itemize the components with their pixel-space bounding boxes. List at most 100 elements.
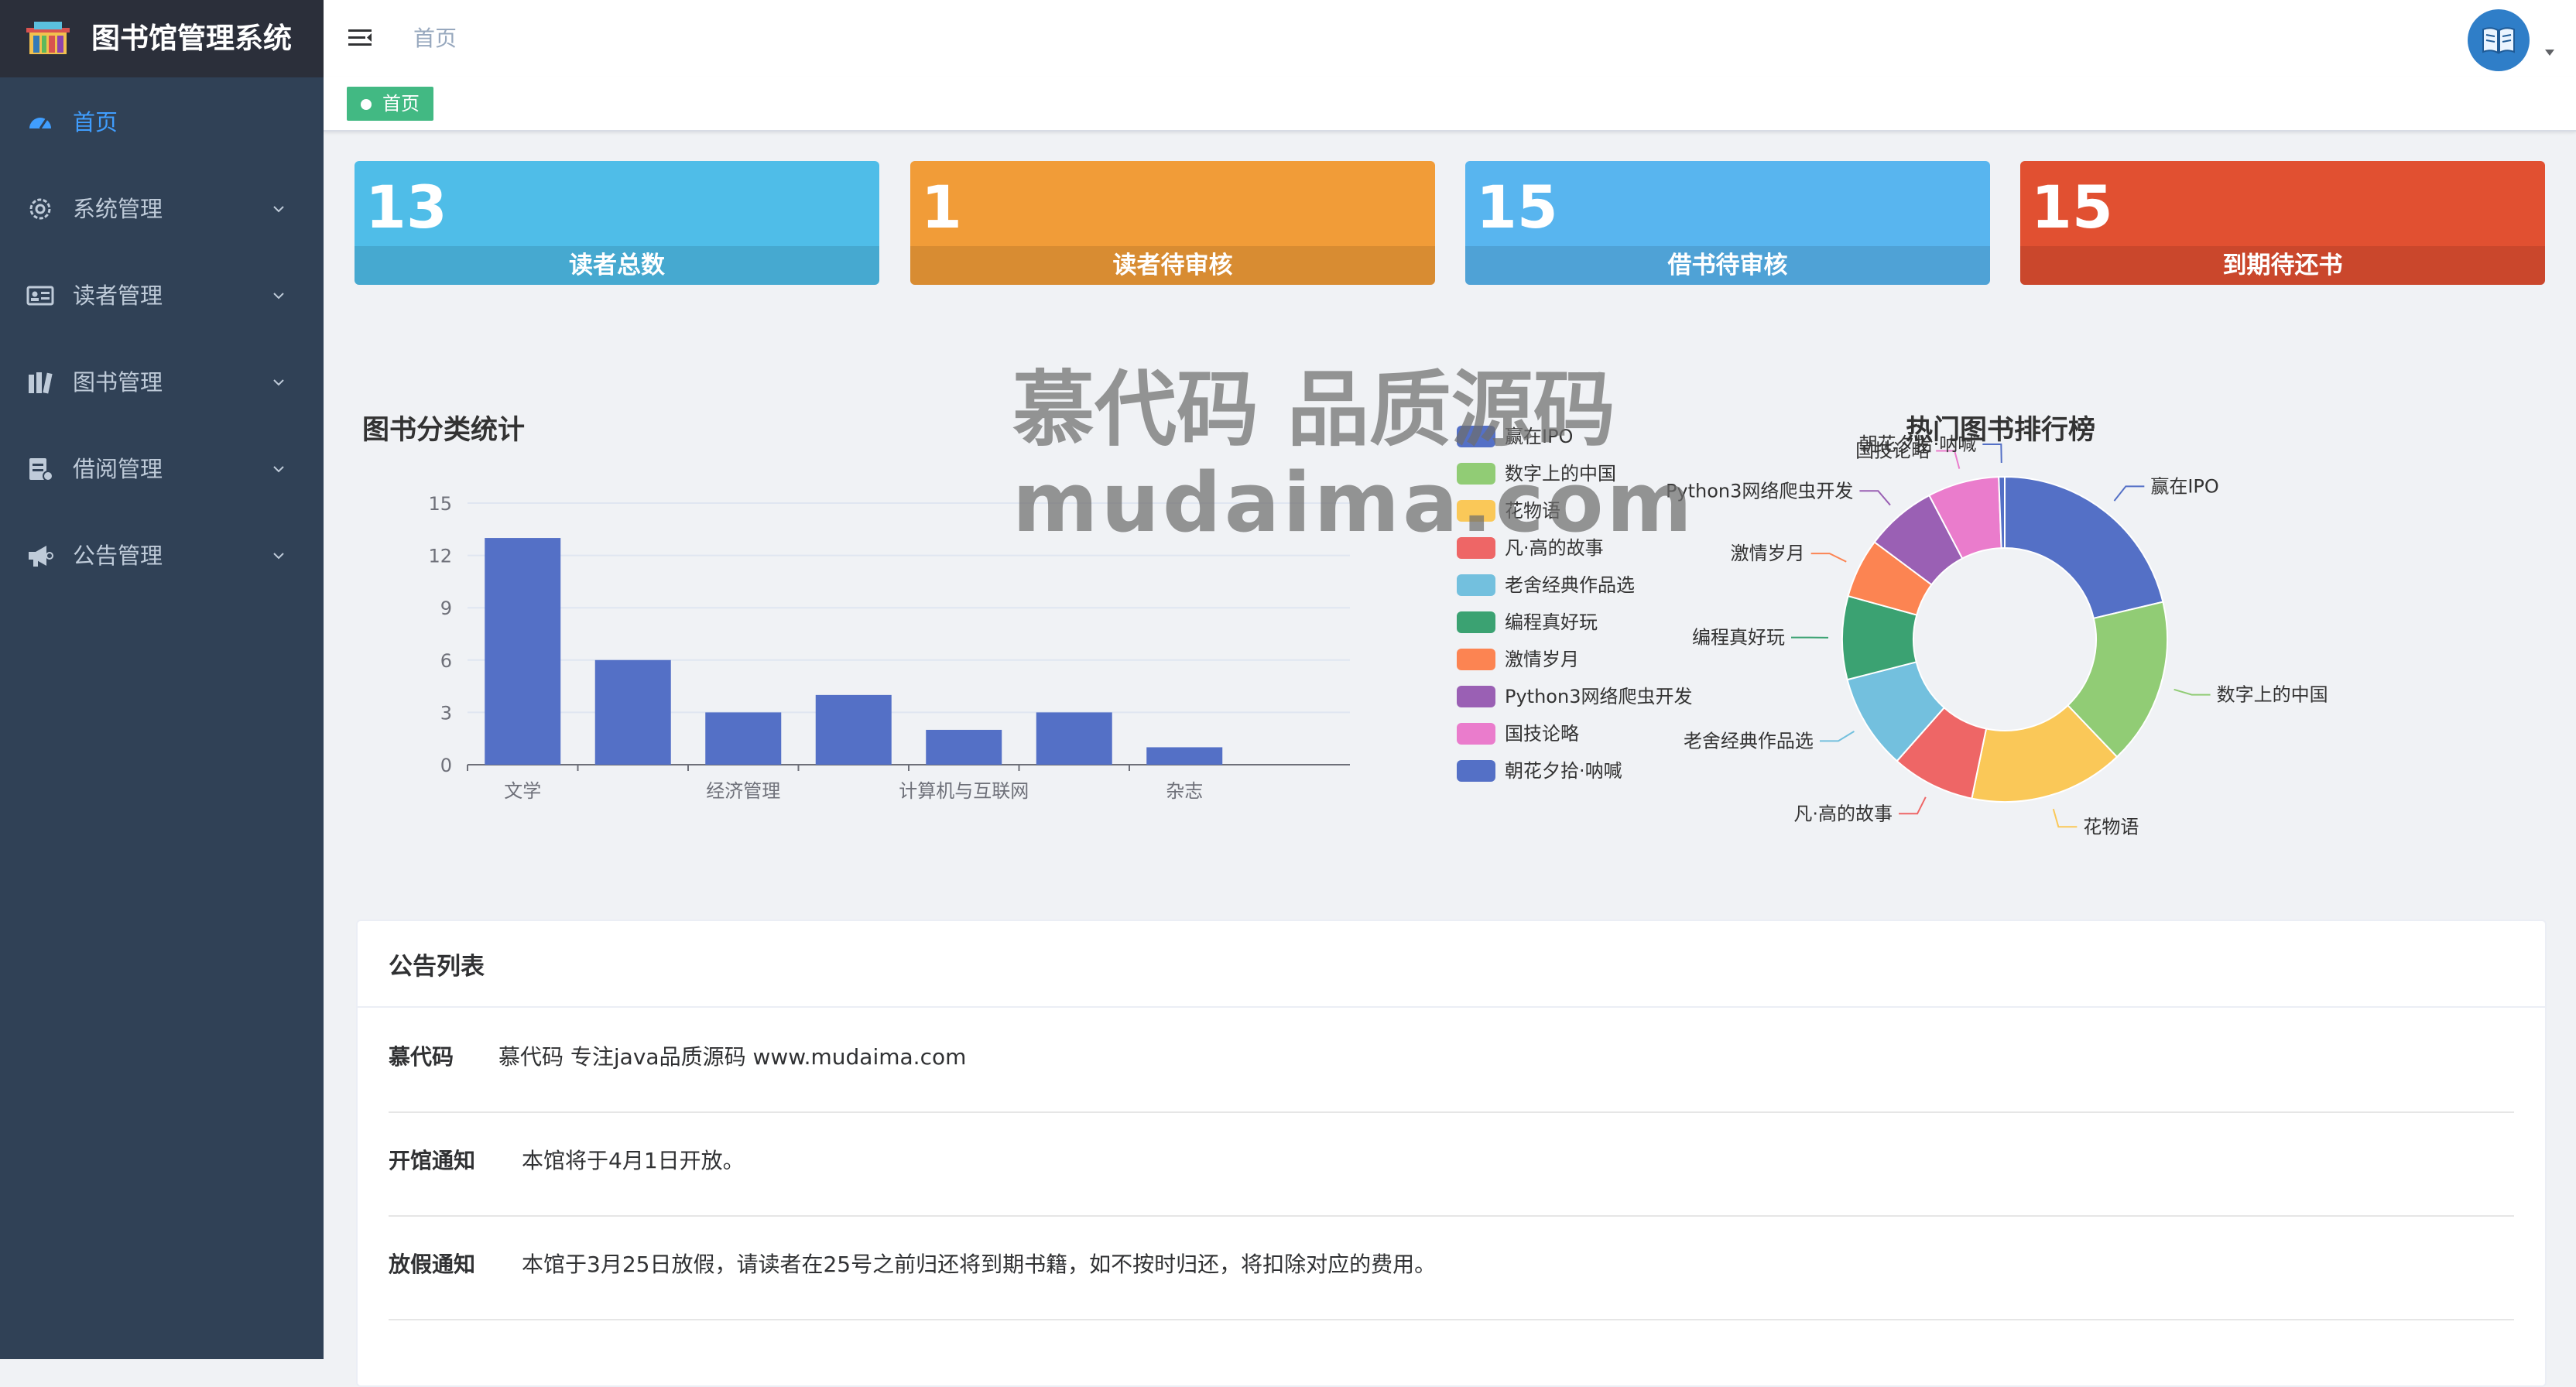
sidebar-item-books[interactable]: 图书管理 bbox=[0, 337, 324, 424]
legend-swatch bbox=[1457, 723, 1495, 745]
legend-label: 编程真好玩 bbox=[1505, 611, 1598, 633]
watermark-line: mudaima.com bbox=[1012, 457, 1695, 550]
pie-label: 花物语 bbox=[2083, 816, 2139, 836]
bar bbox=[705, 712, 781, 765]
avatar[interactable] bbox=[2468, 9, 2530, 71]
notice-item-title: 慕代码 bbox=[389, 1040, 454, 1074]
pie-label-line bbox=[2114, 486, 2144, 501]
pie-label-line bbox=[1811, 553, 1847, 562]
notice-item-title: 开馆通知 bbox=[389, 1144, 475, 1178]
library-logo-icon bbox=[26, 20, 70, 57]
notice-item[interactable]: 慕代码 慕代码 专注java品质源码 www.mudaima.com bbox=[389, 1008, 2514, 1113]
active-dot-icon bbox=[361, 99, 372, 110]
y-tick-label: 15 bbox=[428, 493, 452, 515]
legend-label: 国技论略 bbox=[1505, 723, 1579, 745]
pie-label: 赢在IPO bbox=[2150, 475, 2218, 497]
y-tick-label: 0 bbox=[440, 755, 452, 776]
stat-label: 读者待审核 bbox=[910, 246, 1435, 285]
sidebar-item-borrowing[interactable]: 借阅管理 bbox=[0, 424, 324, 511]
notice-item[interactable]: 开馆通知 本馆将于4月1日开放。 bbox=[389, 1111, 2514, 1217]
x-tick-label: 杂志 bbox=[1166, 780, 1203, 802]
notice-panel: 公告列表 慕代码 慕代码 专注java品质源码 www.mudaima.com … bbox=[356, 920, 2547, 1387]
legend-label: 老舍经典作品选 bbox=[1505, 574, 1635, 596]
bar bbox=[1146, 747, 1222, 765]
books-icon bbox=[26, 368, 54, 396]
caret-down-icon[interactable] bbox=[2543, 48, 2556, 57]
sidebar: 图书馆管理系统 首页 系统管理 读者管理 图 bbox=[0, 0, 324, 1359]
sidebar-item-system[interactable]: 系统管理 bbox=[0, 164, 324, 251]
sidebar-logo[interactable]: 图书馆管理系统 bbox=[0, 0, 324, 77]
pie-slice bbox=[2005, 477, 2163, 618]
stat-value: 15 bbox=[1476, 169, 1558, 246]
bar bbox=[816, 695, 892, 765]
sidebar-item-label: 读者管理 bbox=[73, 277, 163, 314]
pie-label-line bbox=[2174, 690, 2211, 695]
sidebar-item-home[interactable]: 首页 bbox=[0, 77, 324, 164]
stat-value: 15 bbox=[2031, 169, 2113, 246]
stat-label: 借书待审核 bbox=[1465, 246, 1990, 285]
legend-label: Python3网络爬虫开发 bbox=[1505, 686, 1692, 707]
stat-card-readers[interactable]: 13 读者总数 bbox=[355, 161, 879, 285]
notice-item-title: 放假通知 bbox=[389, 1248, 475, 1282]
bar bbox=[485, 538, 560, 765]
notice-item-body: 本馆于3月25日放假，请读者在25号之前归还将到期书籍，如不按时归还，将扣除对应… bbox=[522, 1248, 1436, 1282]
stat-card-pending-readers[interactable]: 1 读者待审核 bbox=[910, 161, 1435, 285]
chevron-down-icon bbox=[272, 376, 285, 389]
sidebar-item-label: 公告管理 bbox=[73, 537, 163, 574]
pie-label-line bbox=[1982, 444, 2001, 463]
app-title: 图书馆管理系统 bbox=[91, 15, 292, 62]
id-card-icon bbox=[26, 282, 54, 310]
bar bbox=[926, 730, 1002, 765]
tags-view: 首页 bbox=[324, 77, 2576, 132]
bar-chart-title: 图书分类统计 bbox=[362, 409, 525, 452]
bar bbox=[595, 660, 671, 765]
gear-icon bbox=[26, 195, 54, 223]
legend-swatch bbox=[1457, 649, 1495, 670]
pie-label-line bbox=[1899, 797, 1926, 813]
clipboard-icon bbox=[26, 455, 54, 483]
navbar: 首页 bbox=[324, 0, 2576, 77]
watermark-line: 慕代码 品质源码 bbox=[1012, 362, 1615, 457]
pie-label-line bbox=[2054, 809, 2078, 827]
chevron-down-icon bbox=[272, 203, 285, 215]
stat-label: 到期待还书 bbox=[2020, 246, 2545, 285]
tag-home[interactable]: 首页 bbox=[347, 87, 433, 121]
sidebar-item-notices[interactable]: 公告管理 bbox=[0, 511, 324, 598]
pie-label: 老舍经典作品选 bbox=[1684, 730, 1814, 752]
dashboard-icon bbox=[26, 108, 54, 136]
pie-label: 数字上的中国 bbox=[2217, 684, 2328, 706]
pie-label: 编程真好玩 bbox=[1692, 627, 1785, 649]
legend-label: 朝花夕拾·呐喊 bbox=[1505, 760, 1622, 782]
pie-label-line bbox=[1859, 491, 1890, 505]
megaphone-icon bbox=[26, 542, 54, 570]
sidebar-item-label: 首页 bbox=[73, 104, 118, 141]
y-tick-label: 3 bbox=[440, 702, 452, 724]
sidebar-item-label: 系统管理 bbox=[73, 190, 163, 228]
legend-swatch bbox=[1457, 611, 1495, 633]
book-icon bbox=[2468, 9, 2530, 71]
notice-item[interactable]: 放假通知 本馆于3月25日放假，请读者在25号之前归还将到期书籍，如不按时归还，… bbox=[389, 1215, 2514, 1320]
x-tick-label: 计算机与互联网 bbox=[899, 780, 1029, 802]
y-tick-label: 9 bbox=[440, 598, 452, 619]
y-tick-label: 12 bbox=[428, 546, 452, 567]
pie-label: 凡·高的故事 bbox=[1793, 803, 1893, 824]
pie-label-line bbox=[1820, 731, 1854, 741]
sidebar-item-readers[interactable]: 读者管理 bbox=[0, 251, 324, 337]
pie-label: 激情岁月 bbox=[1731, 543, 1805, 564]
x-tick-label: 经济管理 bbox=[706, 780, 780, 802]
hamburger-icon[interactable] bbox=[347, 25, 373, 51]
sidebar-item-label: 借阅管理 bbox=[73, 450, 163, 488]
bar bbox=[1036, 712, 1112, 765]
legend-swatch bbox=[1457, 686, 1495, 707]
x-tick-label: 文学 bbox=[504, 780, 541, 802]
notice-item-body: 慕代码 专注java品质源码 www.mudaima.com bbox=[498, 1040, 966, 1074]
breadcrumb[interactable]: 首页 bbox=[413, 22, 457, 56]
watermark: 慕代码 品质源码 mudaima.com bbox=[1012, 364, 1695, 550]
stat-card-due-return[interactable]: 15 到期待还书 bbox=[2020, 161, 2545, 285]
chevron-down-icon bbox=[272, 550, 285, 562]
notice-panel-title: 公告列表 bbox=[389, 947, 485, 986]
notice-item-body: 本馆将于4月1日开放。 bbox=[522, 1144, 745, 1178]
stat-label: 读者总数 bbox=[355, 246, 879, 285]
chevron-down-icon bbox=[272, 463, 285, 475]
stat-card-pending-borrow[interactable]: 15 借书待审核 bbox=[1465, 161, 1990, 285]
